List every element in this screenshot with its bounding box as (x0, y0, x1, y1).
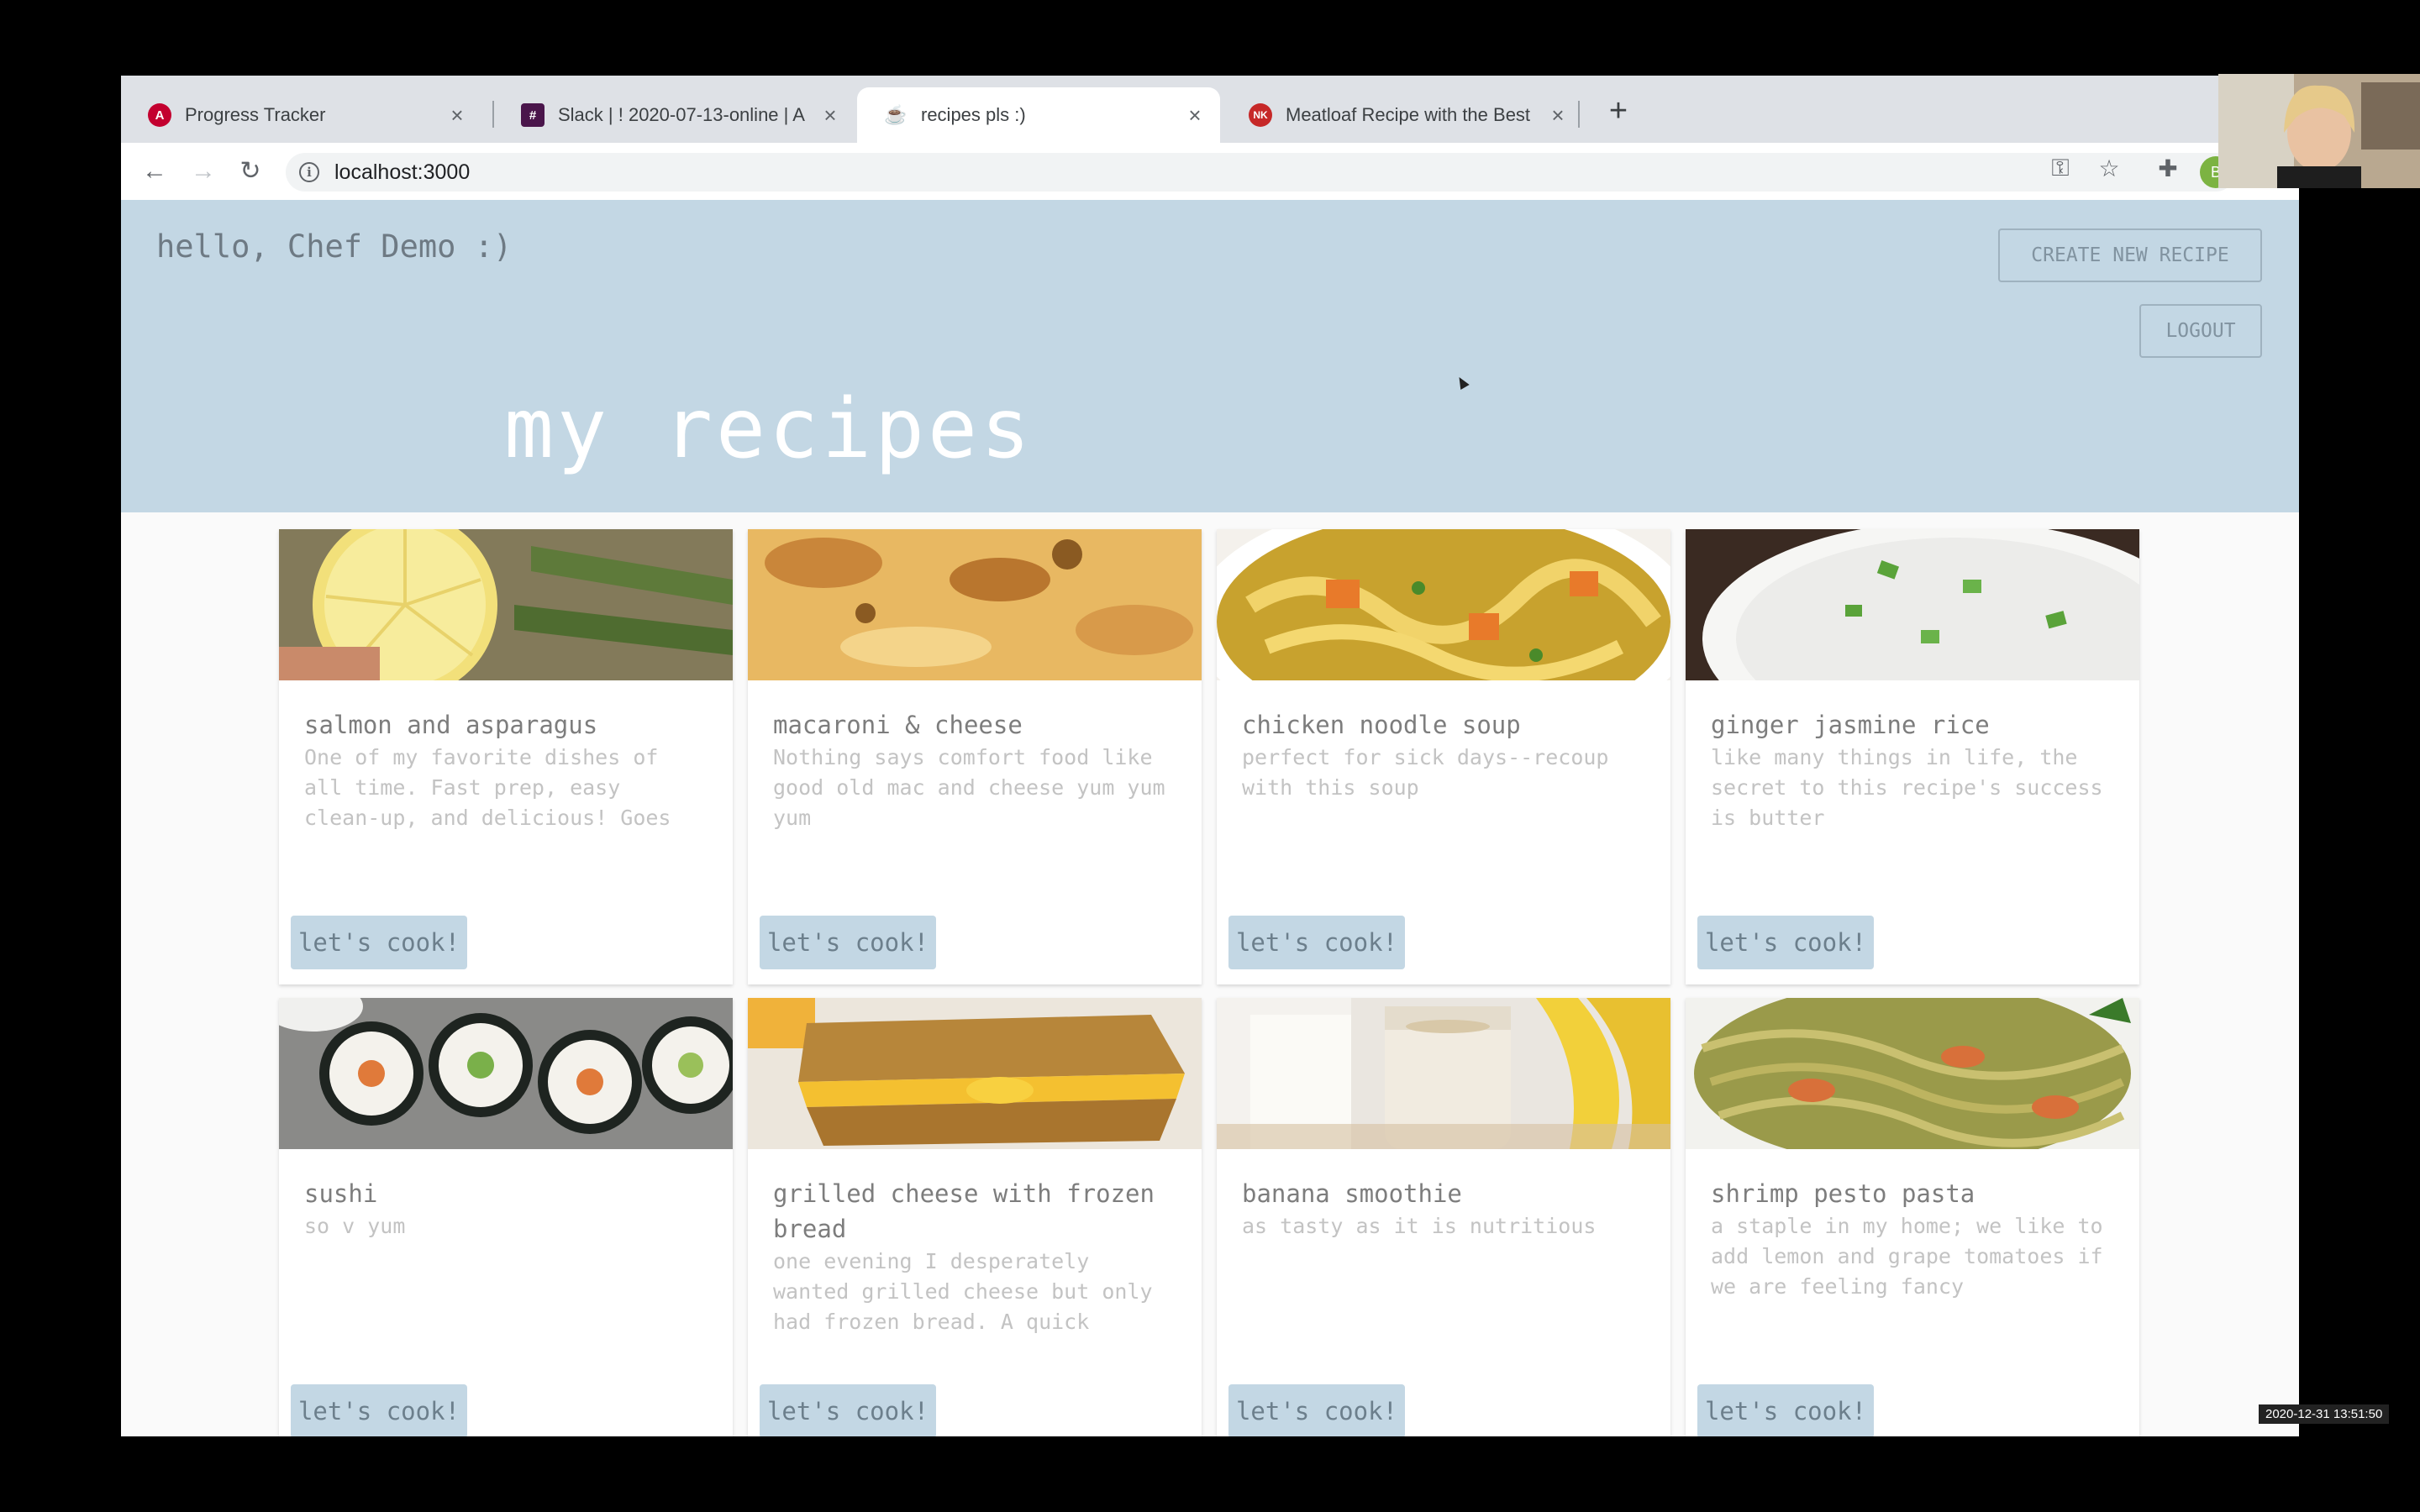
recipe-title: macaroni & cheese (773, 711, 1023, 739)
browser-toolbar: ← → ↻ i localhost:3000 ⚿ ☆ ✚ B (121, 143, 2299, 201)
extensions-icon[interactable]: ✚ (2151, 155, 2185, 182)
recipe-card[interactable]: macaroni & cheese Nothing says comfort f… (748, 529, 1202, 984)
tab-divider (1578, 101, 1580, 128)
lets-cook-button[interactable]: let's cook! (1697, 916, 1874, 969)
recipe-card[interactable]: shrimp pesto pasta a staple in my home; … (1686, 998, 2139, 1436)
app-header: hello, Chef Demo :) CREATE NEW RECIPE LO… (121, 200, 2299, 512)
recipe-title: sushi (304, 1179, 378, 1208)
close-icon[interactable]: × (447, 102, 467, 129)
recipe-card[interactable]: salmon and asparagus One of my favorite … (279, 529, 733, 984)
recipe-photo-salmon (279, 529, 733, 697)
tab-strip: A Progress Tracker × # Slack | ! 2020-07… (121, 76, 2299, 143)
url-text[interactable]: localhost:3000 (334, 160, 470, 185)
recording-timestamp: 2020-12-31 13:51:50 (2259, 1404, 2390, 1424)
lets-cook-button[interactable]: let's cook! (1228, 1384, 1405, 1436)
lets-cook-button[interactable]: let's cook! (291, 1384, 467, 1436)
address-bar[interactable]: i localhost:3000 (286, 153, 2235, 192)
forward-icon[interactable]: → (187, 155, 220, 188)
new-tab-button[interactable]: + (1600, 94, 1637, 131)
star-icon[interactable]: ☆ (2092, 155, 2126, 182)
tab-title: recipes pls :) (921, 104, 1026, 125)
mouse-cursor (1455, 374, 1470, 391)
tab-recipes[interactable]: ☕ recipes pls :) × (857, 87, 1220, 143)
recipe-description: One of my favorite dishes of all time. F… (304, 745, 671, 830)
page-title: my recipes (504, 381, 1034, 477)
recipe-description: Nothing says comfort food like good old … (773, 745, 1165, 830)
close-icon[interactable]: × (1185, 102, 1205, 129)
browser-window: A Progress Tracker × # Slack | ! 2020-07… (121, 76, 2299, 1436)
recipe-title: chicken noodle soup (1242, 711, 1521, 739)
lets-cook-button[interactable]: let's cook! (1697, 1384, 1874, 1436)
recipe-description: one evening I desperately wanted grilled… (773, 1249, 1153, 1334)
logout-button[interactable]: LOGOUT (2139, 304, 2262, 358)
tab-progress-tracker[interactable]: A Progress Tracker × (121, 87, 482, 143)
reload-icon[interactable]: ↻ (234, 155, 267, 188)
lets-cook-button[interactable]: let's cook! (1228, 916, 1405, 969)
recipe-photo-grilled-cheese (748, 998, 1202, 1149)
recipe-description: as tasty as it is nutritious (1242, 1214, 1597, 1238)
back-icon[interactable]: ← (138, 155, 171, 188)
recipe-card[interactable]: banana smoothie as tasty as it is nutrit… (1217, 998, 1670, 1436)
lets-cook-button[interactable]: let's cook! (760, 1384, 936, 1436)
lets-cook-button[interactable]: let's cook! (291, 916, 467, 969)
recipe-title: salmon and asparagus (304, 711, 598, 739)
recipe-description: perfect for sick days--recoup with this … (1242, 745, 1609, 800)
recipe-app-icon: ☕ (884, 103, 908, 127)
recipe-photo-soup (1217, 529, 1670, 748)
create-recipe-button[interactable]: CREATE NEW RECIPE (1998, 228, 2262, 282)
angular-icon: A (148, 103, 171, 127)
recipe-description: like many things in life, the secret to … (1711, 745, 2103, 830)
webcam-overlay (2218, 74, 2420, 188)
greeting: hello, Chef Demo :) (156, 228, 513, 265)
recipe-description: so v yum (304, 1214, 406, 1238)
tab-slack[interactable]: # Slack | ! 2020-07-13-online | A × (494, 87, 855, 143)
key-icon[interactable]: ⚿ (2044, 155, 2077, 182)
app-page: hello, Chef Demo :) CREATE NEW RECIPE LO… (121, 200, 2299, 1436)
nk-site-icon: NK (1249, 103, 1272, 127)
recipe-card[interactable]: sushi so v yum let's cook! (279, 998, 733, 1436)
recipe-photo-rice (1686, 529, 2139, 756)
lets-cook-button[interactable]: let's cook! (760, 916, 936, 969)
recipe-title: banana smoothie (1242, 1179, 1462, 1208)
close-icon[interactable]: × (820, 102, 840, 129)
recipe-card[interactable]: ginger jasmine rice like many things in … (1686, 529, 2139, 984)
tab-title: Meatloaf Recipe with the Best (1286, 104, 1531, 125)
recipe-card[interactable]: chicken noodle soup perfect for sick day… (1217, 529, 1670, 984)
tab-title: Slack | ! 2020-07-13-online | A (558, 104, 805, 125)
recipe-photo-sushi (279, 998, 733, 1149)
recipe-title: shrimp pesto pasta (1711, 1179, 1975, 1208)
recipe-title: grilled cheese with frozen bread (773, 1179, 1155, 1243)
info-icon[interactable]: i (299, 162, 319, 182)
recipe-description: a staple in my home; we like to add lemo… (1711, 1214, 2103, 1299)
close-icon[interactable]: × (1548, 102, 1568, 129)
tab-meatloaf[interactable]: NK Meatloaf Recipe with the Best × (1222, 87, 1583, 143)
slack-icon: # (521, 103, 544, 127)
tab-title: Progress Tracker (185, 104, 326, 125)
recipe-photo-pesto-pasta (1686, 998, 2139, 1166)
recipe-photo-macaroni (748, 529, 1202, 680)
recipe-photo-smoothie (1217, 998, 1670, 1149)
recipe-card[interactable]: grilled cheese with frozen bread one eve… (748, 998, 1202, 1436)
recipe-title: ginger jasmine rice (1711, 711, 1990, 739)
